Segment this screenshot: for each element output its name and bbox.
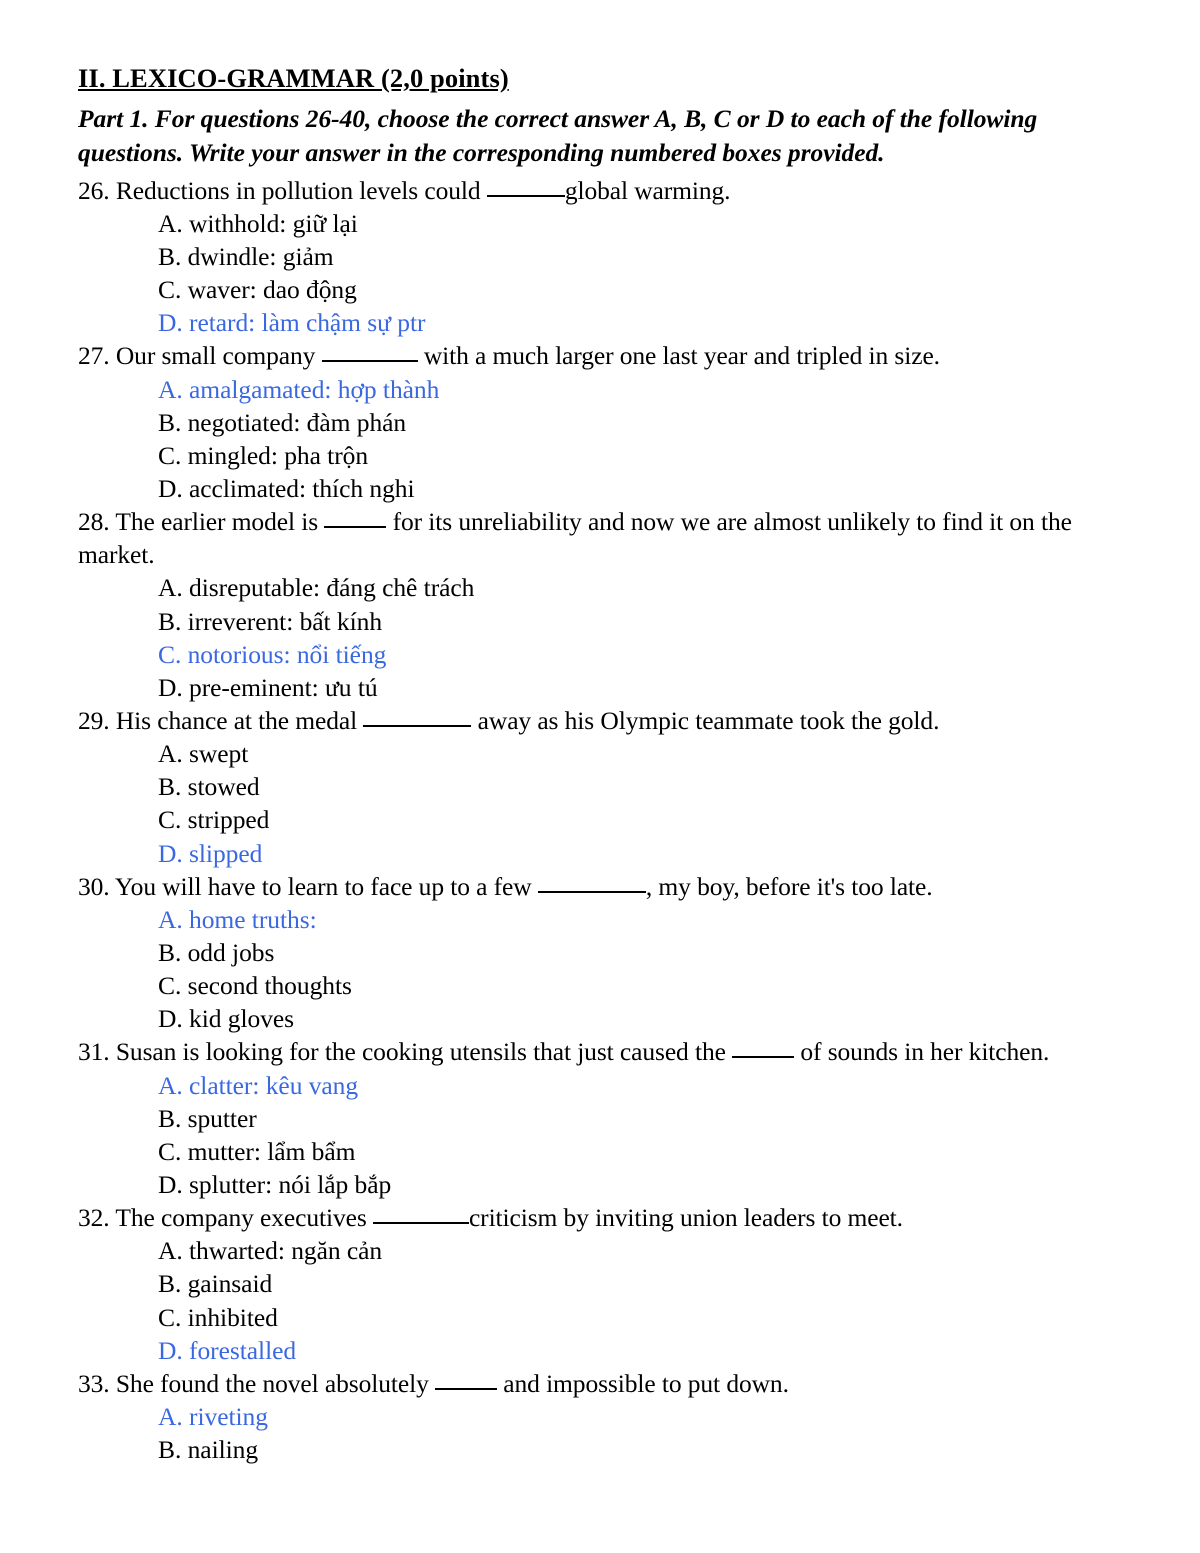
option-item[interactable]: C. mutter: lẩm bẩm [158, 1135, 1104, 1168]
option-item[interactable]: C. stripped [158, 803, 1104, 836]
question-text-before-blank: Our small company [109, 341, 322, 371]
question-block: 28. The earlier model is for its unrelia… [78, 505, 1104, 704]
question-text: 26. Reductions in pollution levels could… [78, 174, 1104, 207]
answer-blank [321, 343, 418, 363]
option-item[interactable]: B. nailing [158, 1433, 1104, 1466]
question-text: 29. His chance at the medal away as his … [78, 704, 1104, 737]
option-list: A. amalgamated: hợp thành B. negotiated: … [78, 373, 1104, 506]
option-list: A. thwarted: ngăn cản B. gainsaid C. inhib… [78, 1234, 1104, 1367]
question-block: 31. Susan is looking for the cooking ute… [78, 1035, 1104, 1201]
question-text-after-blank: and impossible to put down. [497, 1368, 789, 1398]
question-block: 26. Reductions in pollution levels could… [78, 174, 1104, 340]
question-number: 31. [78, 1037, 110, 1067]
question-text: 31. Susan is looking for the cooking ute… [78, 1035, 1104, 1068]
question-number: 26. [78, 175, 110, 205]
option-list: A. clatter: kêu vang B. sputter C. mutter:… [78, 1069, 1104, 1202]
question-text-after-blank: of sounds in her kitchen. [794, 1037, 1050, 1067]
question-text-after-blank: away as his Olympic teammate took the go… [471, 705, 940, 735]
answer-blank [363, 708, 472, 727]
option-item-correct[interactable]: C. notorious: nổi tiếng [158, 638, 1104, 671]
option-item[interactable]: A. withhold: giữ lại [158, 207, 1104, 240]
option-list: A. disreputable: đáng chê trách B. irreve… [78, 571, 1104, 704]
question-block: 29. His chance at the medal away as his … [78, 704, 1104, 870]
option-item-correct[interactable]: D. forestalled [158, 1334, 1104, 1367]
option-item[interactable]: B. stowed [158, 770, 1104, 803]
question-number: 27. [78, 341, 110, 371]
question-text: 33. She found the novel absolutely and i… [78, 1367, 1104, 1400]
question-text-after-blank: , my boy, before it's too late. [645, 871, 933, 901]
option-item[interactable]: D. pre-eminent: ưu tú [158, 671, 1104, 704]
part-instructions: Part 1. For questions 26-40, choose the … [78, 103, 1038, 167]
option-item-correct[interactable]: A. home truths: [158, 903, 1104, 936]
option-item-correct[interactable]: D. retard: làm chậm sự ptr [158, 306, 1104, 339]
question-number: 29. [78, 705, 110, 735]
option-list: A. swept B. stowed C. stripped D. slipped [78, 737, 1104, 870]
answer-blank [537, 874, 646, 893]
question-text-before-blank: She found the novel absolutely [109, 1368, 435, 1398]
option-item[interactable]: C. mingled: pha trộn [158, 439, 1104, 472]
option-item[interactable]: C. second thoughts [158, 969, 1104, 1002]
option-item[interactable]: B. irreverent: bất kính [158, 605, 1104, 638]
question-text-before-blank: Susan is looking for the cooking utensil… [109, 1037, 733, 1067]
question-block: 33. She found the novel absolutely and i… [78, 1367, 1104, 1466]
option-item-correct[interactable]: D. slipped [158, 837, 1104, 870]
question-text: 32. The company executives criticism by … [78, 1201, 1104, 1234]
answer-blank [435, 1371, 497, 1390]
question-text-before-blank: You will have to learn to face up to a f… [109, 871, 538, 901]
question-block: 32. The company executives criticism by … [78, 1201, 1104, 1367]
question-text-after-blank: global warming. [564, 175, 731, 205]
option-item[interactable]: B. dwindle: giảm [158, 240, 1104, 273]
option-item[interactable]: B. gainsaid [158, 1267, 1104, 1300]
option-list: A. withhold: giữ lại B. dwindle: giảm C. w… [78, 207, 1104, 340]
question-text-before-blank: The company executives [109, 1203, 373, 1233]
question-text-before-blank: His chance at the medal [109, 705, 364, 735]
option-item[interactable]: D. splutter: nói lắp bắp [158, 1168, 1104, 1201]
document-page: II. LEXICO-GRAMMAR (2,0 points) Part 1. … [0, 0, 1200, 1553]
question-text: 27. Our small company with a much larger… [78, 339, 1104, 372]
question-number: 28. [78, 507, 110, 537]
option-item[interactable]: A. disreputable: đáng chê trách [158, 571, 1104, 604]
option-item[interactable]: D. kid gloves [158, 1002, 1104, 1035]
question-text-before-blank: Reductions in pollution levels could [109, 175, 487, 205]
option-item[interactable]: A. swept [158, 737, 1104, 770]
option-item[interactable]: C. waver: dao động [158, 273, 1104, 306]
answer-blank [372, 1205, 469, 1225]
question-block: 27. Our small company with a much larger… [78, 339, 1104, 505]
question-text-after-blank: with a much larger one last year and tri… [417, 341, 940, 371]
question-text-after-blank: criticism by inviting union leaders to m… [468, 1203, 903, 1233]
question-block: 30. You will have to learn to face up to… [78, 870, 1104, 1036]
option-item-correct[interactable]: A. clatter: kêu vang [158, 1069, 1104, 1102]
answer-blank [732, 1039, 795, 1059]
option-item[interactable]: B. odd jobs [158, 936, 1104, 969]
question-number: 30. [78, 871, 110, 901]
option-item[interactable]: A. thwarted: ngăn cản [158, 1234, 1104, 1267]
option-item[interactable]: C. inhibited [158, 1301, 1104, 1334]
question-text: 30. You will have to learn to face up to… [78, 870, 1104, 903]
option-item[interactable]: B. negotiated: đàm phán [158, 406, 1104, 439]
option-item[interactable]: D. acclimated: thích nghi [158, 472, 1104, 505]
question-number: 33. [78, 1368, 110, 1398]
section-heading: II. LEXICO-GRAMMAR (2,0 points) [78, 63, 509, 93]
option-item-correct[interactable]: A. riveting [158, 1400, 1104, 1433]
questions-container: 26. Reductions in pollution levels could… [78, 174, 1104, 1466]
question-text-before-blank: The earlier model is [109, 507, 325, 537]
answer-blank [324, 509, 387, 529]
question-number: 32. [78, 1203, 110, 1233]
question-text: 28. The earlier model is for its unrelia… [78, 505, 1104, 571]
option-list: A. riveting B. nailing [78, 1400, 1104, 1466]
option-item-correct[interactable]: A. amalgamated: hợp thành [158, 373, 1104, 406]
option-item[interactable]: B. sputter [158, 1102, 1104, 1135]
option-list: A. home truths: B. odd jobs C. second thou… [78, 903, 1104, 1036]
answer-blank [486, 178, 565, 197]
